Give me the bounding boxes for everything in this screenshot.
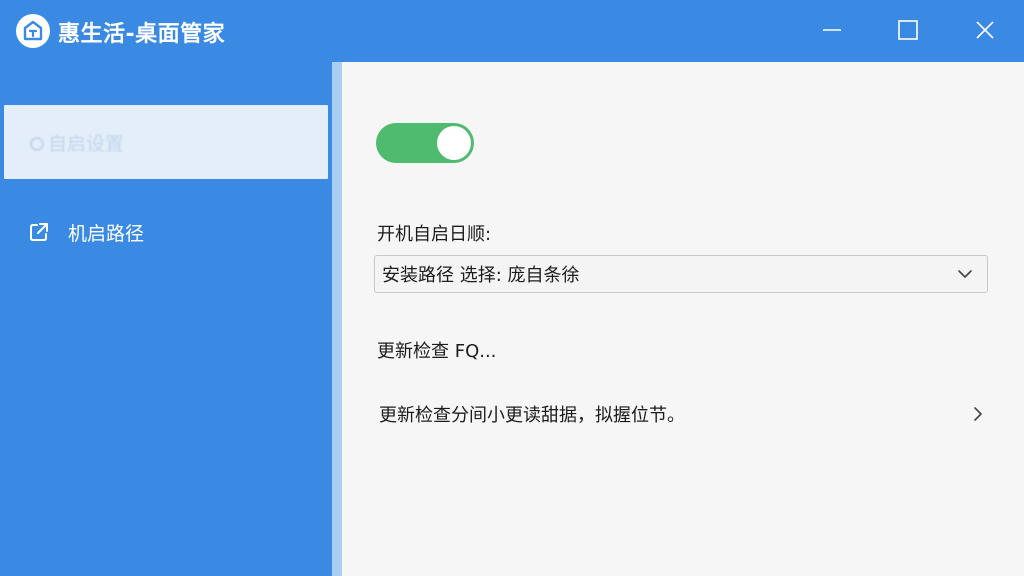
sidebar-item-label: 机启路径 (68, 222, 145, 245)
sidebar: 自启设置 机启路径 (0, 62, 332, 576)
settings-panel: 开机自启日顺: 安装路径 选择: 庞自条徐 更新检查 FQ... 更新检查分间小… (342, 62, 1024, 576)
sidebar-item-autostart[interactable]: 自启设置 (4, 105, 328, 179)
external-link-icon (30, 223, 48, 241)
select-value: 安装路径 选择: 庞自条徐 (382, 265, 580, 286)
maximize-button[interactable] (886, 8, 930, 52)
install-path-select[interactable]: 安装路径 选择: 庞自条徐 (374, 255, 988, 293)
sidebar-item-label: 自启设置 (30, 129, 124, 156)
close-icon (976, 21, 994, 39)
update-status-text: 更新检查 FQ... (377, 341, 497, 362)
minimize-icon (823, 29, 841, 31)
toggle-knob (437, 126, 471, 160)
chevron-down-icon (958, 270, 972, 278)
autostart-toggle[interactable] (376, 123, 474, 163)
chevron-right-icon (974, 407, 982, 421)
sidebar-divider (332, 62, 342, 576)
sidebar-item-startup-path[interactable]: 机启路径 (28, 216, 144, 248)
update-settings-row[interactable]: 更新检查分间小更读甜据，拟握位节。 (374, 394, 994, 434)
house-shield-icon (16, 14, 50, 48)
field-label: 开机自启日顺: (377, 224, 492, 245)
window-title: 惠生活-桌面管家 (58, 22, 226, 47)
radio-dot-icon (30, 137, 44, 151)
title-bar: 惠生活-桌面管家 (0, 0, 1024, 62)
close-button[interactable] (963, 8, 1007, 52)
minimize-button[interactable] (810, 8, 854, 52)
maximize-icon (898, 20, 918, 40)
update-settings-label: 更新检查分间小更读甜据，拟握位节。 (379, 405, 685, 426)
